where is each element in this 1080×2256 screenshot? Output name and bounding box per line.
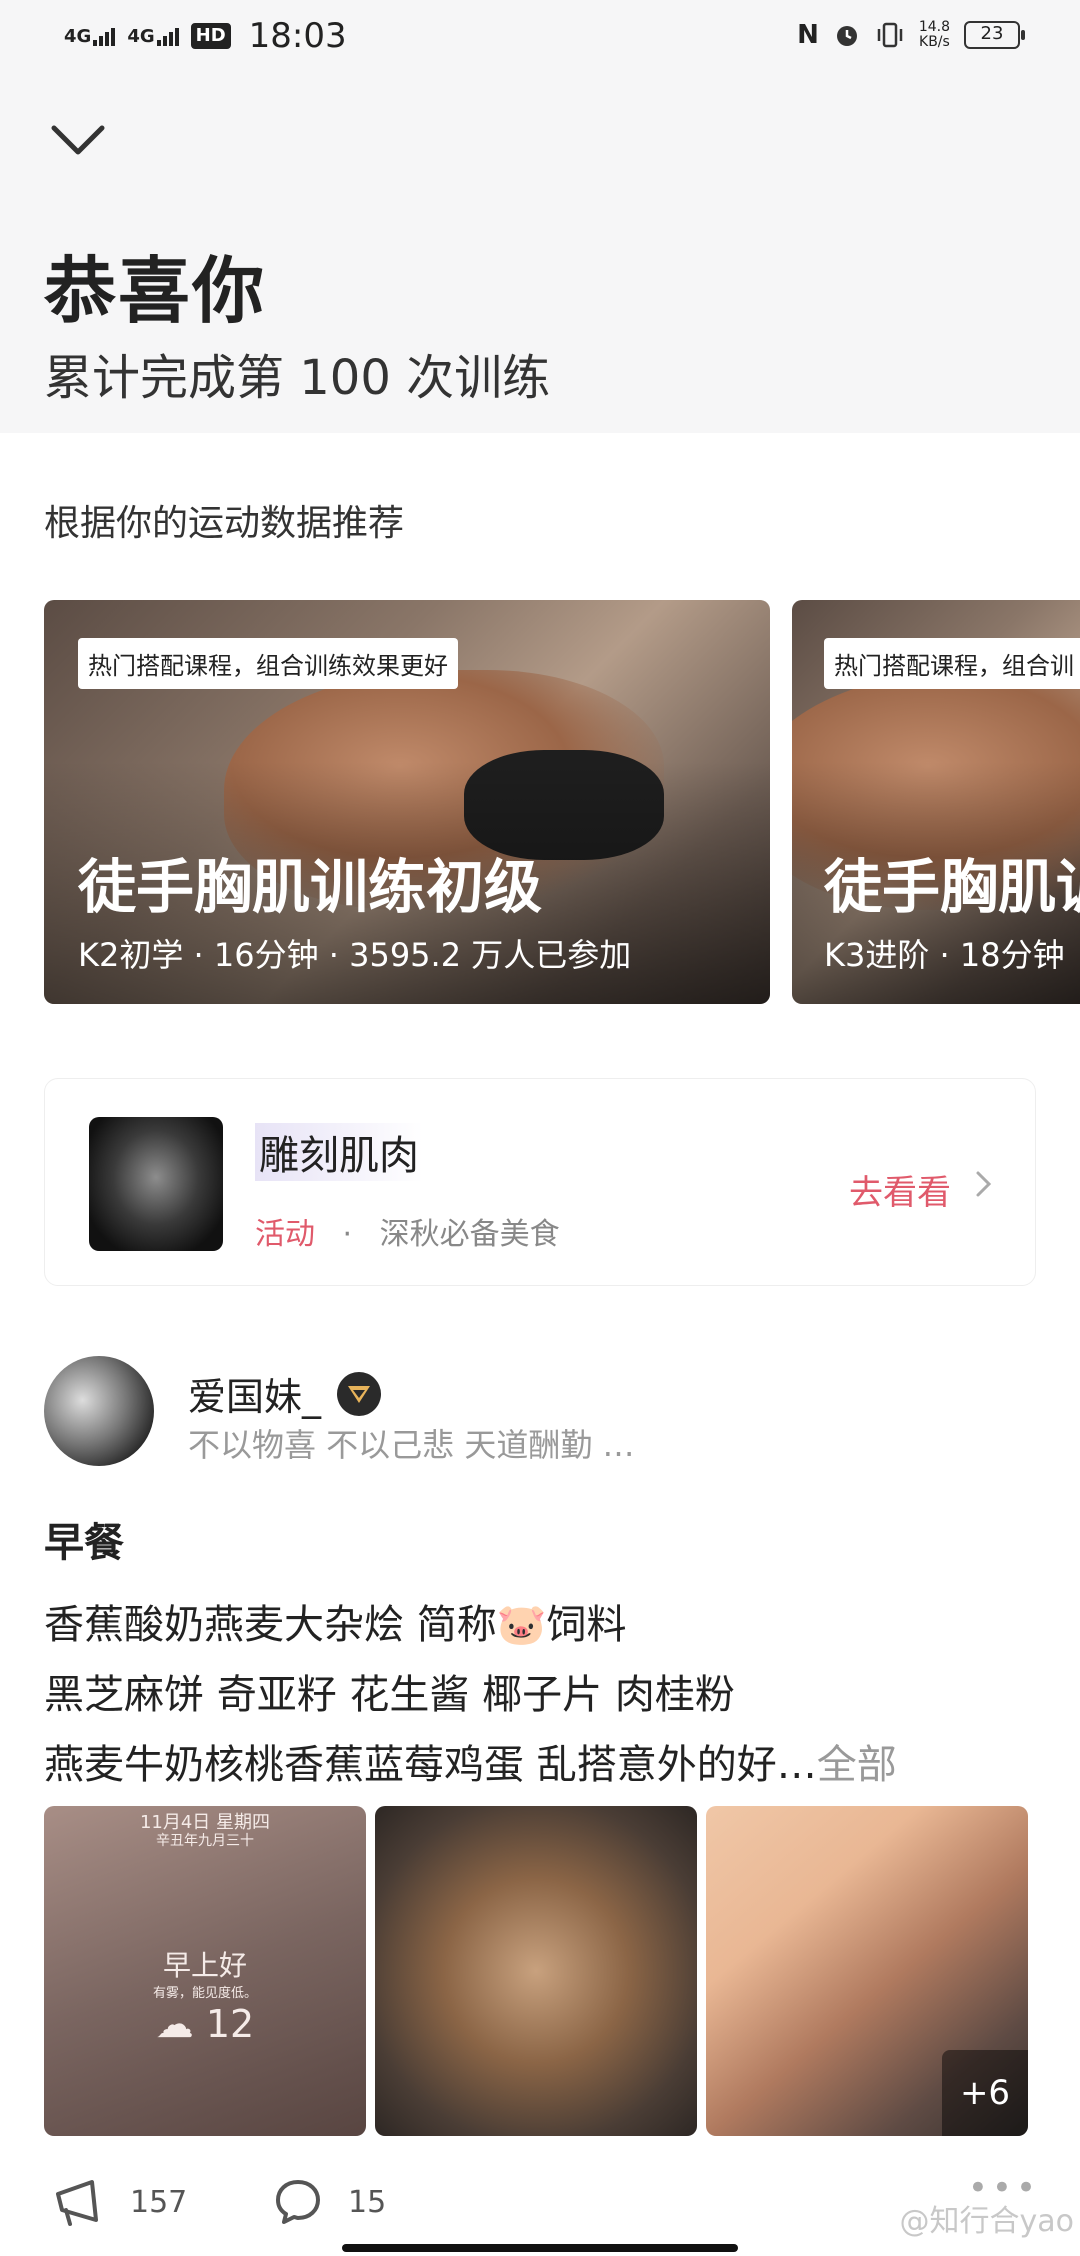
battery-icon: 23 <box>964 21 1025 49</box>
status-bar: 4G 4G HD 18:03 N 14.8 KB/s 23 <box>0 0 1080 76</box>
course-card[interactable]: 热门搭配课程，组合训 徒手胸肌训 K3进阶 · 18分钟 <box>792 600 1080 1004</box>
signal-bars-icon <box>93 26 116 46</box>
chevron-right-icon <box>976 1171 992 1197</box>
image-weather-text: ☁ 12 <box>155 2002 255 2046</box>
signal-1: 4G <box>64 26 116 47</box>
image-note-text: 有雾，能见度低。 <box>152 1986 257 2001</box>
like-button[interactable]: 157 <box>52 2176 187 2228</box>
image-greeting-text: 早上好 <box>162 1949 247 1982</box>
like-count: 157 <box>130 2184 188 2220</box>
more-images-count[interactable]: +6 <box>942 2050 1028 2136</box>
clock: 18:03 <box>248 16 347 56</box>
user-name: 爱国妹_ <box>188 1375 322 1419</box>
watermark: @知行合yao <box>899 2204 1075 2239</box>
signal-2: 4G <box>127 26 179 47</box>
comment-count: 15 <box>348 2184 387 2220</box>
post-line: 燕麦牛奶核桃香蕉蓝莓鸡蛋 乱搭意外的好…全部 <box>44 1732 897 1790</box>
page-title: 恭喜你 <box>44 249 267 333</box>
card-meta: K2初学 · 16分钟 · 3595.2 万人已参加 <box>78 936 632 974</box>
post-image[interactable] <box>375 1806 697 2136</box>
status-right: N 14.8 KB/s 23 <box>797 20 1025 50</box>
user-name-row[interactable]: 爱国妹_ <box>188 1366 382 1421</box>
post-line: 香蕉酸奶燕麦大杂烩 简称🐷饲料 <box>44 1602 627 1648</box>
comment-icon <box>276 2180 320 2224</box>
post-line-text: 燕麦牛奶核桃香蕉蓝莓鸡蛋 乱搭意外的好… <box>44 1742 817 1788</box>
activity-desc: 深秋必备美食 <box>379 1217 560 1252</box>
card-tag: 热门搭配课程，组合训练效果更好 <box>78 638 458 689</box>
recommend-section-title: 根据你的运动数据推荐 <box>44 503 405 544</box>
user-signature: 不以物喜 不以己悲 天道酬勤 … <box>188 1426 635 1464</box>
post-title: 早餐 <box>44 1520 124 1566</box>
activity-banner[interactable]: 雕刻肌肉 活动 · 深秋必备美食 去看看 <box>44 1078 1036 1286</box>
network-type-1: 4G <box>64 26 92 47</box>
signal-bars-icon <box>156 26 179 46</box>
speed-unit: KB/s <box>919 34 950 50</box>
post-image[interactable]: 11月4日 星期四 辛丑年九月三十 早上好 有雾，能见度低。 ☁ 12 <box>44 1806 366 2136</box>
activity-separator: · <box>342 1217 353 1252</box>
activity-name: 雕刻肌肉 <box>255 1123 423 1181</box>
hd-voice-icon: HD <box>190 23 231 49</box>
speed-value: 14.8 <box>918 19 950 35</box>
image-lunar-text: 辛丑年九月三十 <box>156 1833 254 1849</box>
card-title: 徒手胸肌训练初级 <box>78 853 543 921</box>
activity-category: 活动 <box>255 1217 315 1252</box>
alarm-icon <box>836 26 857 46</box>
course-card[interactable]: 热门搭配课程，组合训练效果更好 徒手胸肌训练初级 K2初学 · 16分钟 · 3… <box>44 600 770 1004</box>
post-image[interactable]: +6 <box>706 1806 1028 2136</box>
home-indicator[interactable] <box>342 2244 738 2252</box>
post-line: 黑芝麻饼 奇亚籽 花生酱 椰子片 肉桂粉 <box>44 1672 735 1718</box>
vip-badge-icon <box>337 1371 382 1416</box>
status-left: 4G 4G HD 18:03 <box>64 16 347 56</box>
nfc-icon: N <box>797 20 819 50</box>
activity-cta-button[interactable]: 去看看 <box>849 1165 951 1214</box>
page-subtitle: 累计完成第 100 次训练 <box>44 350 551 406</box>
collapse-chevron-icon[interactable] <box>50 120 106 160</box>
cheer-icon <box>56 2180 98 2226</box>
vibrate-icon <box>877 22 903 48</box>
card-title: 徒手胸肌训 <box>824 853 1080 921</box>
activity-thumbnail <box>89 1117 223 1251</box>
card-tag: 热门搭配课程，组合训 <box>824 638 1080 689</box>
avatar[interactable] <box>44 1356 154 1466</box>
activity-meta: 活动 · 深秋必备美食 <box>255 1209 560 1253</box>
comment-button[interactable]: 15 <box>272 2176 386 2228</box>
card-meta: K3进阶 · 18分钟 <box>824 936 1065 974</box>
network-speed: 14.8 KB/s <box>919 20 950 50</box>
expand-all-link[interactable]: 全部 <box>817 1742 897 1788</box>
network-type-2: 4G <box>127 26 155 47</box>
